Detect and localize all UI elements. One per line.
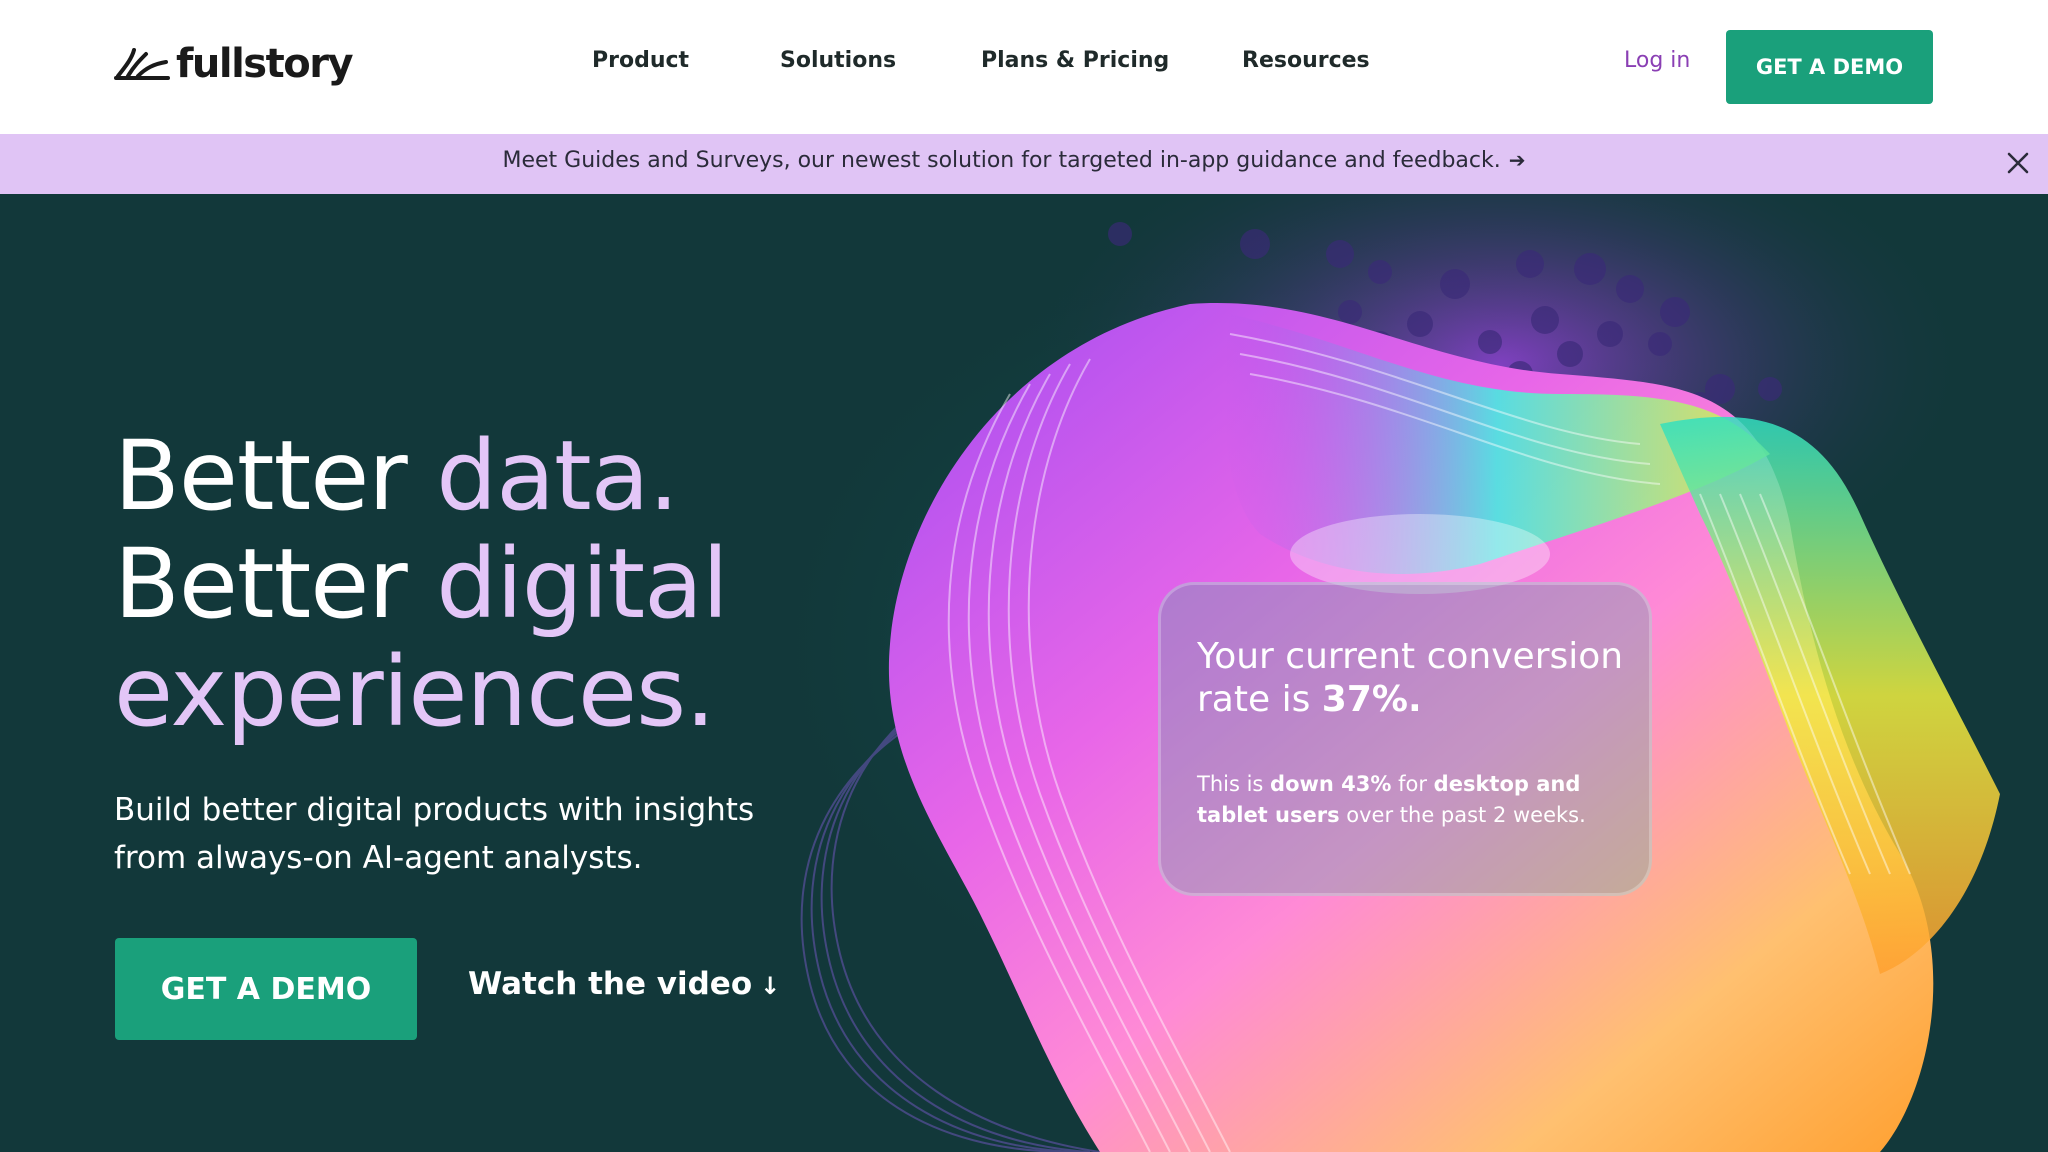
login-link[interactable]: Log in bbox=[1624, 48, 1690, 73]
arrow-right-icon: ➔ bbox=[1508, 148, 1526, 172]
headline-line-1-purple: data. bbox=[436, 420, 679, 532]
fullstory-logo-icon bbox=[114, 48, 170, 80]
nav-get-demo-button[interactable]: GET A DEMO bbox=[1726, 30, 1933, 104]
headline-line-2-white: Better bbox=[114, 528, 437, 640]
watch-video-label: Watch the video bbox=[468, 966, 753, 1002]
close-icon[interactable] bbox=[2004, 149, 2032, 177]
headline-line-1-white: Better bbox=[114, 420, 437, 532]
conversion-insight-card: Your current conversion rate is 37%. Thi… bbox=[1158, 582, 1652, 896]
card-title: Your current conversion rate is 37%. bbox=[1197, 635, 1637, 721]
top-nav: fullstory Product Solutions Plans & Pric… bbox=[0, 0, 2048, 134]
card-body-part-2: down 43% bbox=[1270, 772, 1392, 796]
watch-video-link[interactable]: Watch the video ↓ bbox=[468, 966, 780, 1002]
card-body-part-1: This is bbox=[1197, 772, 1271, 796]
headline-line-2-purple: digital bbox=[436, 528, 728, 640]
nav-link-product[interactable]: Product bbox=[592, 48, 689, 73]
card-body: This is down 43% for desktop and tablet … bbox=[1197, 769, 1637, 831]
hero-subtitle: Build better digital products with insig… bbox=[114, 792, 755, 876]
banner-link[interactable]: Meet Guides and Surveys, our newest solu… bbox=[0, 148, 2028, 173]
logo-text: fullstory bbox=[176, 41, 354, 87]
headline-line-3-purple: experiences. bbox=[114, 636, 716, 748]
hero-section: Better data. Better digital experiences.… bbox=[0, 194, 2048, 1152]
card-body-part-3: for bbox=[1391, 772, 1434, 796]
nav-link-solutions[interactable]: Solutions bbox=[780, 48, 896, 73]
hero-get-demo-button[interactable]: GET A DEMO bbox=[115, 938, 417, 1040]
announcement-banner: Meet Guides and Surveys, our newest solu… bbox=[0, 134, 2048, 194]
nav-link-plans-pricing[interactable]: Plans & Pricing bbox=[981, 48, 1169, 73]
card-title-rate: 37%. bbox=[1321, 679, 1422, 720]
banner-text: Meet Guides and Surveys, our newest solu… bbox=[502, 148, 1501, 173]
card-body-part-5: over the past 2 weeks. bbox=[1339, 803, 1586, 827]
nav-link-resources[interactable]: Resources bbox=[1242, 48, 1370, 73]
hero-headline: Better data. Better digital experiences. bbox=[114, 420, 729, 748]
logo[interactable]: fullstory bbox=[114, 40, 354, 88]
arrow-down-icon: ↓ bbox=[760, 972, 781, 1000]
